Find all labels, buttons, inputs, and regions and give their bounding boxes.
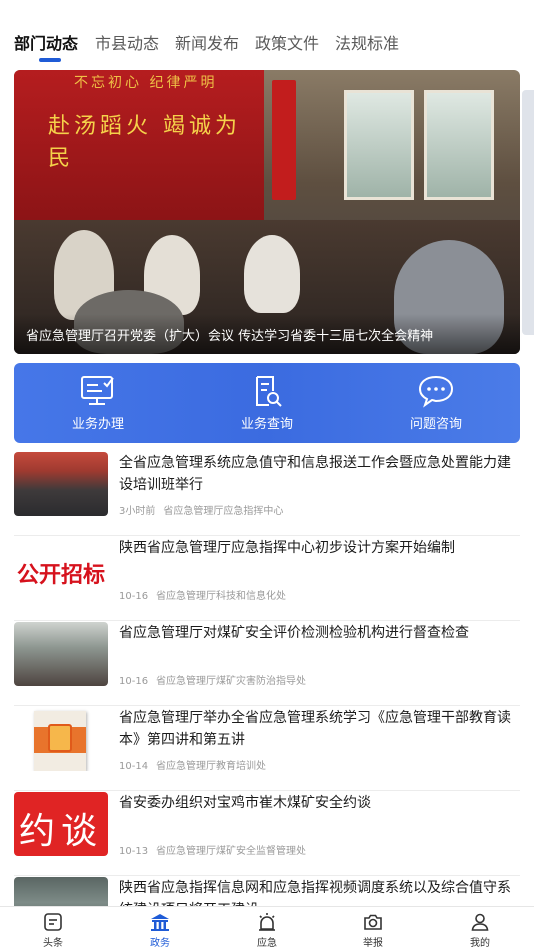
red-flag <box>272 80 296 200</box>
news-title: 全省应急管理系统应急值守和信息报送工作会暨应急处置能力建设培训班举行 <box>119 455 511 493</box>
nav-report-label: 举报 <box>363 938 383 949</box>
slogan-main: 赴汤蹈火 竭诚为民 <box>48 114 241 171</box>
business-query-button[interactable]: 业务查询 <box>197 373 337 437</box>
nav-headline[interactable]: 头条 <box>18 911 88 950</box>
news-title: 省应急管理厅举办全省应急管理系统学习《应急管理干部教育读本》第四讲和第五讲 <box>119 710 511 748</box>
news-thumbnail <box>14 452 108 516</box>
news-item[interactable]: 公开招标 陕西省应急管理厅应急指挥中心初步设计方案开始编制 10-16 省应急管理… <box>14 537 520 621</box>
banner-slide-image: 不忘初心 纪律严明 赴汤蹈火 竭诚为民 <box>14 70 520 354</box>
talk-graphic-text: 约谈 <box>18 811 103 852</box>
attendee <box>244 235 300 313</box>
next-slide-peek <box>522 90 534 335</box>
news-thumbnail: 约谈 <box>14 792 108 856</box>
nav-mine[interactable]: 我的 <box>445 911 515 950</box>
news-time: 10-13 <box>119 846 149 857</box>
book-badge <box>48 724 72 752</box>
computer-check-icon <box>81 376 114 405</box>
active-tab-indicator <box>39 58 61 62</box>
news-meta: 10-13 省应急管理厅煤矿安全监督管理处 <box>119 842 306 857</box>
news-title: 省应急管理厅对煤矿安全评价检测检验机构进行督查检查 <box>119 625 469 641</box>
headline-icon <box>44 913 62 931</box>
nav-emergency-label: 应急 <box>257 938 277 949</box>
business-query-label: 业务查询 <box>240 417 293 432</box>
news-source: 省应急管理厅煤矿安全监督管理处 <box>156 846 307 857</box>
news-source: 省应急管理厅教育培训处 <box>156 761 267 772</box>
business-handling-label: 业务办理 <box>71 417 124 432</box>
news-time: 3小时前 <box>119 506 156 517</box>
news-item[interactable]: 省应急管理厅举办全省应急管理系统学习《应急管理干部教育读本》第四讲和第五讲 10… <box>14 707 520 791</box>
question-consult-button[interactable]: 问题咨询 <box>366 373 506 437</box>
banner-carousel[interactable]: 不忘初心 纪律严明 赴汤蹈火 竭诚为民 省应急管理厅召开党委（扩大）会议 传达学… <box>14 70 520 354</box>
news-item[interactable]: 全省应急管理系统应急值守和信息报送工作会暨应急处置能力建设培训班举行 3小时前省… <box>14 452 520 536</box>
user-icon <box>471 913 489 931</box>
question-consult-label: 问题咨询 <box>409 417 462 432</box>
slogan-wall: 不忘初心 纪律严明 赴汤蹈火 竭诚为民 <box>14 70 264 220</box>
news-meta: 10-14 省应急管理厅教育培训处 <box>119 757 266 772</box>
window <box>344 90 414 200</box>
news-time: 10-16 <box>119 676 149 687</box>
news-thumbnail <box>14 622 108 686</box>
news-meta: 10-16 省应急管理厅煤矿灾害防治指导处 <box>119 672 306 687</box>
news-meta: 3小时前 省应急管理厅应急指挥中心 <box>119 502 283 517</box>
news-thumbnail <box>14 707 108 771</box>
nav-mine-label: 我的 <box>470 938 490 949</box>
tender-graphic-text: 公开招标 <box>16 563 105 588</box>
document-search-icon <box>256 376 282 407</box>
news-source: 省应急管理厅应急指挥中心 <box>163 506 284 517</box>
tab-regulations-standards[interactable]: 法规标准 <box>335 30 399 54</box>
camera-icon <box>364 914 382 930</box>
banner-caption: 省应急管理厅召开党委（扩大）会议 传达学习省委十三届七次全会精神 <box>26 329 434 344</box>
tab-press-release[interactable]: 新闻发布 <box>175 30 239 54</box>
bottom-nav: 头条 政务 应急 举报 我的 <box>0 906 534 950</box>
tab-city-county-news[interactable]: 市县动态 <box>95 30 159 54</box>
news-time: 10-14 <box>119 761 149 772</box>
news-thumbnail: 公开招标 <box>14 537 108 601</box>
news-title: 陕西省应急管理厅应急指挥中心初步设计方案开始编制 <box>119 540 455 556</box>
business-handling-button[interactable]: 业务办理 <box>28 373 168 437</box>
news-title: 省安委办组织对宝鸡市崔木煤矿安全约谈 <box>119 795 371 811</box>
nav-government[interactable]: 政务 <box>125 911 195 950</box>
book-cover <box>34 711 86 771</box>
chat-bubble-icon <box>418 375 454 408</box>
tab-policy-documents[interactable]: 政策文件 <box>255 30 319 54</box>
news-item[interactable]: 省应急管理厅对煤矿安全评价检测检验机构进行督查检查 10-16 省应急管理厅煤矿灾… <box>14 622 520 706</box>
slogan-top: 不忘初心 纪律严明 <box>74 75 218 91</box>
news-item[interactable]: 约谈 省安委办组织对宝鸡市崔木煤矿安全约谈 10-13 省应急管理厅煤矿安全监督管… <box>14 792 520 876</box>
tab-department-news[interactable]: 部门动态 <box>14 30 78 54</box>
emergency-light-icon <box>259 913 275 931</box>
nav-headline-label: 头条 <box>43 938 63 949</box>
category-tabs: 部门动态 市县动态 新闻发布 政策文件 法规标准 <box>0 0 534 62</box>
nav-report[interactable]: 举报 <box>338 911 408 950</box>
government-icon <box>151 914 169 931</box>
banner-caption-bar: 省应急管理厅召开党委（扩大）会议 传达学习省委十三届七次全会精神 <box>14 314 520 354</box>
nav-emergency[interactable]: 应急 <box>232 911 302 950</box>
news-time: 10-16 <box>119 591 149 602</box>
news-meta: 10-16 省应急管理厅科技和信息化处 <box>119 587 286 602</box>
news-source: 省应急管理厅煤矿灾害防治指导处 <box>156 676 307 687</box>
window <box>424 90 494 200</box>
news-source: 省应急管理厅科技和信息化处 <box>156 591 287 602</box>
nav-government-label: 政务 <box>150 938 170 949</box>
service-panel: 业务办理 业务查询 问题咨询 <box>14 363 520 443</box>
